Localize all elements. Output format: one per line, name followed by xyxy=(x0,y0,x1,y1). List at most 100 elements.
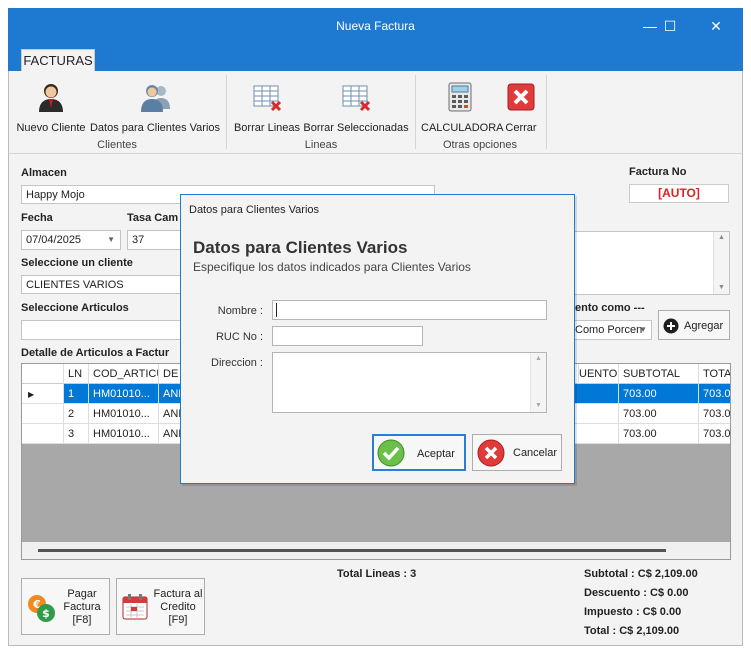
dialog-title: Datos para Clientes Varios xyxy=(189,204,320,216)
articulos-input[interactable] xyxy=(21,320,183,340)
close-window-button[interactable]: ✕ xyxy=(706,16,726,36)
calculadora-button[interactable]: CALCULADORA xyxy=(421,81,504,134)
table-cell[interactable]: 703.0 xyxy=(699,424,730,444)
chevron-down-icon[interactable]: ▼ xyxy=(639,321,647,339)
ribbon: Nuevo Cliente Datos para Clientes Varios… xyxy=(8,71,743,154)
table-delete-icon xyxy=(342,85,371,112)
aceptar-button[interactable]: Aceptar xyxy=(372,434,466,471)
descuento-select[interactable]: Como Porcen ▼ xyxy=(570,320,652,340)
direccion-field[interactable]: ▲ ▼ xyxy=(272,352,547,413)
aceptar-label: Aceptar xyxy=(417,448,455,460)
borrar-seleccionadas-button[interactable]: Borrar Seleccionadas xyxy=(303,81,409,134)
pagar-factura-label: Pagar Factura [F8] xyxy=(58,588,106,627)
cliente-label: Seleccione un cliente xyxy=(21,257,133,269)
direccion-label: Direccion : xyxy=(211,357,263,369)
dialog-subheading: Especifique los datos indicados para Cli… xyxy=(193,260,471,274)
grid-horizontal-scrollbar[interactable] xyxy=(22,542,730,559)
table-cell[interactable]: 703.00 xyxy=(619,424,699,444)
fecha-input[interactable]: 07/04/2025 ▼ xyxy=(21,230,121,250)
notes-textarea[interactable]: ▲ ▼ xyxy=(570,231,730,295)
credito-line: Factura al xyxy=(153,588,203,600)
nombre-label: Nombre : xyxy=(217,305,263,317)
dialog-heading: Datos para Clientes Varios xyxy=(193,238,408,257)
column-header-subtotal[interactable]: SUBTOTAL xyxy=(619,364,699,384)
table-cell[interactable]: 1 xyxy=(64,384,89,404)
borrar-lineas-label: Borrar Lineas xyxy=(233,122,301,134)
clientes-varios-dialog: Datos para Clientes Varios Datos para Cl… xyxy=(180,194,575,484)
group-label-clientes: Clientes xyxy=(97,139,137,151)
scroll-up-icon[interactable]: ▲ xyxy=(714,232,729,244)
calculadora-label: CALCULADORA xyxy=(421,122,504,134)
ribbon-separator xyxy=(226,75,227,149)
table-cell[interactable]: 3 xyxy=(64,424,89,444)
row-pointer-icon: ▶ xyxy=(28,390,35,399)
row-selector[interactable] xyxy=(22,424,64,444)
users-icon xyxy=(141,85,170,112)
notes-scrollbar[interactable]: ▲ ▼ xyxy=(713,232,729,294)
factura-credito-label: Factura al Credito [F9] xyxy=(151,588,205,627)
agregar-button[interactable]: Agregar xyxy=(658,310,730,340)
subtotal-value: Subtotal : C$ 2,109.00 xyxy=(584,568,698,580)
column-header-cod[interactable]: COD_ARTICU xyxy=(89,364,159,384)
scrollbar-thumb[interactable] xyxy=(38,549,666,552)
tasa-cambio-input[interactable]: 37 xyxy=(127,230,183,250)
scroll-down-icon[interactable]: ▼ xyxy=(714,282,729,294)
table-cell[interactable]: 703.00 xyxy=(619,404,699,424)
cancelar-button[interactable]: Cancelar xyxy=(472,434,562,471)
table-cell[interactable]: HM01010... xyxy=(89,384,159,404)
borrar-seleccionadas-label: Borrar Seleccionadas xyxy=(303,122,409,134)
cerrar-label: Cerrar xyxy=(505,122,537,134)
table-cell[interactable]: 703.0 xyxy=(699,384,730,404)
column-header-total[interactable]: TOTA xyxy=(699,364,730,384)
row-selector[interactable]: ▶ xyxy=(22,384,64,404)
factura-no-value: [AUTO] xyxy=(629,184,729,203)
direccion-scrollbar[interactable]: ▲ ▼ xyxy=(530,353,546,412)
group-label-otras-opciones: Otras opciones xyxy=(443,139,517,151)
descuento-como-label: ento como --- xyxy=(575,302,645,314)
calculator-icon xyxy=(448,82,472,112)
nuevo-cliente-label: Nuevo Cliente xyxy=(16,122,86,134)
articulos-label: Seleccione Articulos xyxy=(21,302,129,314)
table-cell[interactable]: 2 xyxy=(64,404,89,424)
minimize-button[interactable]: — xyxy=(640,16,660,36)
factura-credito-button[interactable]: Factura al Credito [F9] xyxy=(116,578,205,635)
pagar-line: Pagar xyxy=(67,588,97,600)
cerrar-button[interactable]: Cerrar xyxy=(501,81,541,134)
table-cell[interactable]: 703.00 xyxy=(619,384,699,404)
total-lineas: Total Lineas : 3 xyxy=(337,568,417,580)
credito-line: Credito xyxy=(160,601,196,613)
scroll-up-icon[interactable]: ▲ xyxy=(531,353,546,365)
descuento-value: Como Porcen xyxy=(575,324,643,336)
tasa-cambio-label: Tasa Cam xyxy=(127,212,179,224)
impuesto-value: Impuesto : C$ 0.00 xyxy=(584,606,682,618)
total-value: Total : C$ 2,109.00 xyxy=(584,625,680,637)
credito-line: [F9] xyxy=(168,614,188,626)
chevron-down-icon[interactable]: ▼ xyxy=(107,231,115,249)
cliente-select[interactable]: CLIENTES VARIOS xyxy=(21,275,183,294)
agregar-label: Agregar xyxy=(684,320,724,332)
maximize-button[interactable]: ☐ xyxy=(660,16,680,36)
window-title: Nueva Factura xyxy=(336,19,415,33)
user-icon xyxy=(39,84,63,112)
title-bar: Nueva Factura — ☐ ✕ xyxy=(8,8,743,44)
column-header-ln[interactable]: LN xyxy=(64,364,89,384)
table-cell[interactable]: 703.0 xyxy=(699,404,730,424)
cancelar-label: Cancelar xyxy=(513,447,558,459)
close-icon xyxy=(507,83,535,111)
datos-clientes-varios-button[interactable]: Datos para Clientes Varios xyxy=(89,81,221,134)
table-cell[interactable]: HM01010... xyxy=(89,424,159,444)
nombre-field[interactable] xyxy=(272,300,547,320)
ruc-field[interactable] xyxy=(272,326,423,346)
detalle-label: Detalle de Articulos a Factur xyxy=(21,347,170,359)
borrar-lineas-button[interactable]: Borrar Lineas xyxy=(233,81,301,134)
text-cursor xyxy=(276,303,277,317)
pagar-factura-button[interactable]: € $ Pagar Factura [F8] xyxy=(21,578,110,635)
scroll-down-icon[interactable]: ▼ xyxy=(531,400,546,412)
nuevo-cliente-button[interactable]: Nuevo Cliente xyxy=(15,81,87,134)
group-label-lineas: Lineas xyxy=(304,139,338,151)
row-selector[interactable] xyxy=(22,404,64,424)
tab-facturas[interactable]: FACTURAS xyxy=(21,49,95,71)
table-cell[interactable]: HM01010... xyxy=(89,404,159,424)
column-header-descuento[interactable]: UENTO xyxy=(579,364,619,384)
pagar-line: Factura xyxy=(63,601,101,613)
